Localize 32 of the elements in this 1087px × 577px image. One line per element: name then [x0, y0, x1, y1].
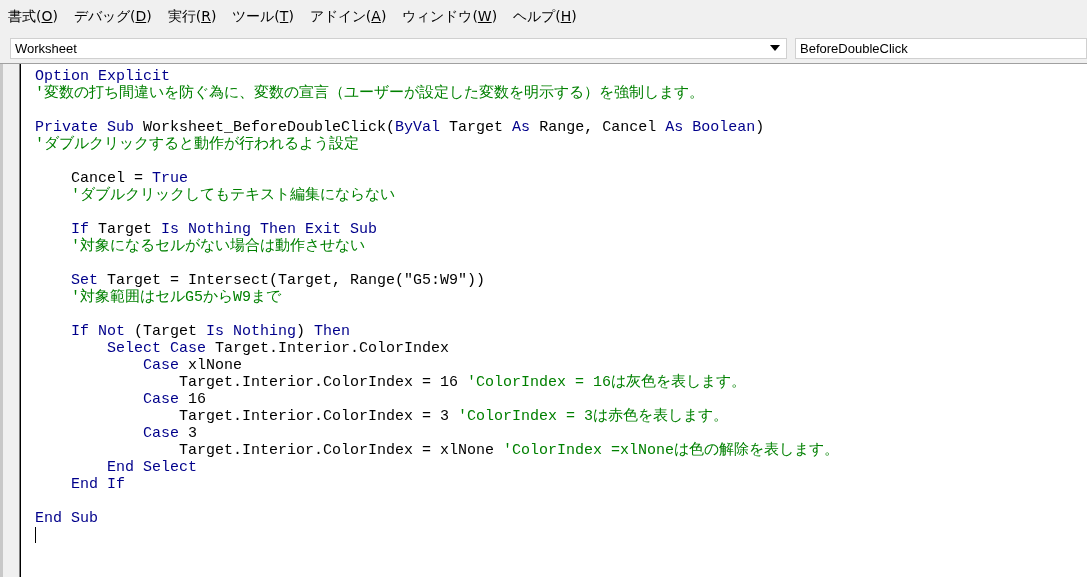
code-comment: 'ダブルクリックしてもテキスト編集にならない — [70, 187, 395, 204]
code-line: If Target Is Nothing Then Exit Sub — [70, 221, 378, 238]
code-line: Option Explicit — [35, 68, 171, 85]
code-line: Set Target = Intersect(Target, Range("G5:W9")) — [70, 272, 486, 289]
code-line: Target.Interior.ColorIndex = 3 'ColorIndex = 3は赤色を表します。 — [178, 408, 729, 425]
text-cursor — [35, 527, 36, 543]
code-line: Case 16 — [142, 391, 207, 408]
menu-item[interactable]: ツール(T) — [232, 7, 294, 26]
menu-item[interactable]: ヘルプ(H) — [513, 7, 577, 26]
code-comment: '対象範囲はセルG5からW9まで — [70, 289, 281, 306]
code-line: Select Case Target.Interior.ColorIndex — [106, 340, 450, 357]
menu-item[interactable]: 実行(R) — [167, 7, 217, 26]
code-line: Target.Interior.ColorIndex = 16 'ColorIndex = 16は灰色を表します。 — [178, 374, 747, 391]
code-comment: '対象になるセルがない場合は動作させない — [70, 238, 365, 255]
code-line: Case xlNone — [142, 357, 243, 374]
code-line: Case 3 — [142, 425, 198, 442]
menu-item[interactable]: アドイン(A) — [309, 7, 387, 26]
menu-item[interactable]: デバッグ(D) — [73, 7, 152, 26]
code-comment: '変数の打ち間違いを防ぐ為に、変数の宣言（ユーザーが設定した変数を明示する）を強制します。 — [35, 85, 704, 102]
code-comment: 'ダブルクリックすると動作が行われるよう設定 — [35, 136, 359, 153]
menu-item[interactable]: 書式(O) — [8, 7, 58, 26]
code-line: Cancel = True — [70, 170, 189, 187]
code-line: End Select — [106, 459, 198, 476]
code-line: End Sub — [35, 510, 98, 527]
dropdown-arrow-icon — [770, 45, 780, 51]
code-line: Target.Interior.ColorIndex = xlNone 'ColorIndex =xlNoneは色の解除を表します。 — [178, 442, 840, 459]
menu-item[interactable]: ウィンドウ(W) — [402, 7, 498, 26]
code-line: End If — [70, 476, 125, 493]
code-line: If Not (Target Is Nothing) Then — [70, 323, 351, 340]
code-line: Private Sub Worksheet_BeforeDoubleClick(ByVal Target As Range, Cancel As Boolean) — [35, 119, 765, 136]
procedure-dropdown[interactable]: BeforeDoubleClick — [795, 37, 1087, 59]
object-dropdown[interactable]: Worksheet — [10, 37, 787, 59]
